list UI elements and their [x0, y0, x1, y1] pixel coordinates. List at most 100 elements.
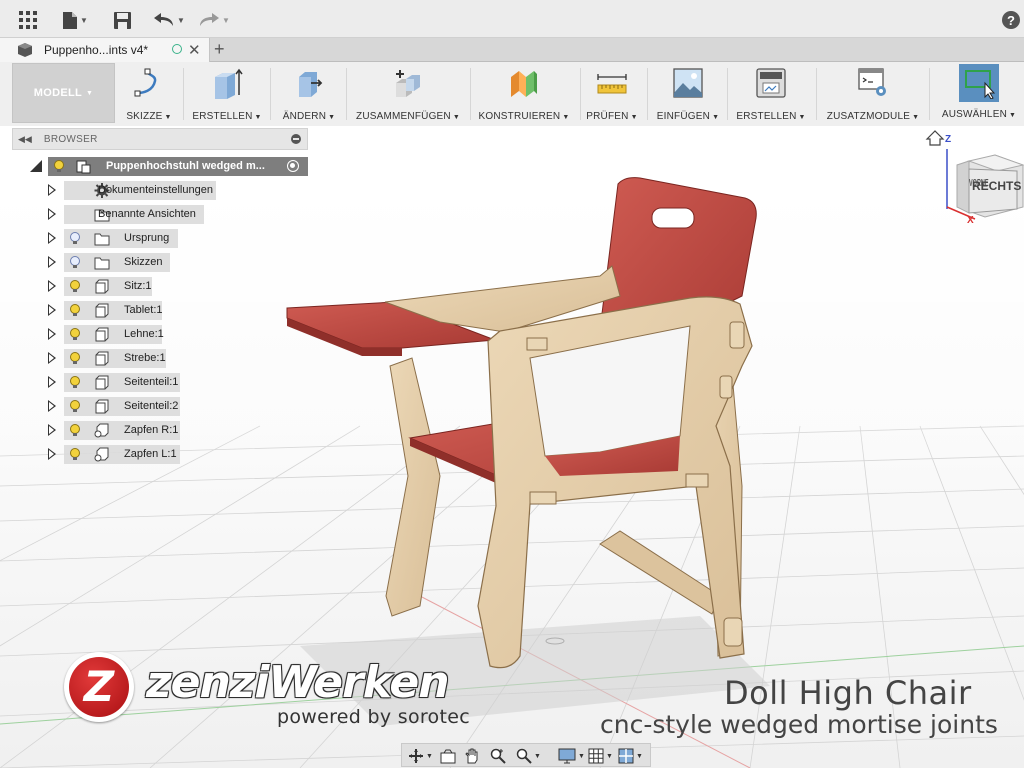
expand-arrow-icon[interactable] [48, 424, 56, 436]
tool-create[interactable]: ERSTELLEN ▼ [192, 66, 262, 122]
expand-arrow-icon[interactable] [48, 376, 56, 388]
browser-item-label: Ursprung [124, 232, 170, 244]
tool-select[interactable]: AUSWÄHLEN ▼ [938, 64, 1020, 122]
viewcube-front-face[interactable]: RECHTS [972, 179, 1021, 193]
browser-item[interactable]: Benannte Ansichten [44, 205, 244, 224]
expand-arrow-icon[interactable] [48, 400, 56, 412]
browser-title: BROWSER [43, 133, 98, 145]
expand-arrow-icon[interactable] [48, 352, 56, 364]
activate-radio[interactable] [287, 160, 299, 172]
viewcube[interactable]: Z X VORNE RECHTS [925, 127, 1024, 232]
expand-arrow-icon[interactable] [48, 304, 56, 316]
visibility-bulb-icon[interactable] [70, 256, 80, 269]
visibility-bulb-icon[interactable] [70, 304, 80, 317]
tool-modify[interactable]: ÄNDERN ▼ [280, 66, 338, 122]
pan-icon[interactable] [464, 747, 480, 765]
tool-add-ins[interactable]: ZUSATZMODULE ▼ [825, 66, 921, 122]
tool-make[interactable]: ERSTELLEN ▼ [736, 66, 806, 122]
visibility-bulb-icon[interactable] [70, 280, 80, 293]
browser-item[interactable]: Zapfen R:1 [44, 421, 244, 440]
expand-arrow-icon[interactable] [48, 232, 56, 244]
brand-name: zenziWerken [146, 657, 450, 708]
caption-subtitle: cnc-style wedged mortise joints [600, 710, 998, 739]
separator [346, 68, 347, 120]
browser-item-label: Seitenteil:1 [124, 376, 179, 388]
component-icon [95, 375, 109, 390]
visibility-bulb-icon[interactable] [70, 424, 80, 437]
expand-arrow-icon[interactable] [48, 448, 56, 460]
separator [816, 68, 817, 120]
expand-arrow-icon[interactable] [48, 280, 56, 292]
zoom-window-icon[interactable] [490, 747, 506, 765]
separator [270, 68, 271, 120]
separator [929, 68, 930, 120]
save-icon[interactable] [114, 9, 131, 31]
orbit-icon[interactable]: ▼ [408, 747, 433, 765]
browser-header[interactable]: ◀◀ BROWSER [12, 128, 308, 150]
extrude-icon [209, 66, 245, 100]
close-tab-button[interactable]: ✕ [188, 41, 201, 59]
tool-label: KONSTRUIEREN [478, 111, 561, 122]
workspace-mode-button[interactable]: MODELL ▼ [12, 63, 115, 123]
collapse-browser-icon[interactable]: ◀◀ [18, 134, 32, 145]
browser-item[interactable]: Lehne:1 [44, 325, 244, 344]
logo-letter: Z [83, 661, 115, 711]
browser-item[interactable]: Strebe:1 [44, 349, 244, 368]
browser-item[interactable]: Sitz:1 [44, 277, 244, 296]
visibility-bulb-icon[interactable] [70, 352, 80, 365]
tool-inspect[interactable]: PRÜFEN ▼ [586, 66, 638, 122]
visibility-bulb-icon[interactable] [70, 448, 80, 461]
browser-item-label: Zapfen R:1 [124, 424, 179, 436]
browser-item-label: Seitenteil:2 [124, 400, 179, 412]
design-cube-icon [18, 43, 32, 57]
root-label: Puppenhochstuhl wedged m... [106, 160, 265, 172]
grid-settings-icon[interactable]: ▼ [588, 747, 613, 765]
visibility-bulb-icon[interactable] [70, 232, 80, 245]
browser-item[interactable]: Skizzen [44, 253, 244, 272]
browser-item[interactable]: Tablet:1 [44, 301, 244, 320]
browser-item-label: Dokumenteinstellungen [98, 184, 213, 196]
tool-insert[interactable]: EINFÜGEN ▼ [656, 66, 720, 122]
grid-menu-icon[interactable] [19, 9, 37, 31]
tool-assemble[interactable]: ZUSAMMENFÜGEN ▼ [355, 66, 461, 122]
home-icon[interactable] [925, 130, 945, 146]
expanded-arrow-icon[interactable] [30, 160, 42, 172]
expand-arrow-icon[interactable] [48, 208, 56, 220]
help-icon[interactable]: ? [1002, 9, 1020, 31]
browser-item[interactable]: Seitenteil:1 [44, 373, 244, 392]
file-icon[interactable]: ▼ [63, 9, 88, 31]
zoom-icon[interactable]: ▼ [516, 747, 541, 765]
tool-label: ERSTELLEN [192, 111, 253, 122]
expand-arrow-icon[interactable] [48, 256, 56, 268]
browser-item[interactable]: Ursprung [44, 229, 244, 248]
minimize-browser-icon[interactable] [291, 134, 301, 144]
document-tab[interactable]: Puppenho...ints v4* ✕ [0, 38, 210, 62]
browser-item[interactable]: Dokumenteinstellungen [44, 181, 244, 200]
browser-item[interactable]: Zapfen L:1 [44, 445, 244, 464]
expand-arrow-icon[interactable] [48, 184, 56, 196]
sync-status-icon [172, 44, 182, 54]
redo-icon[interactable]: ▼ [199, 9, 230, 31]
new-tab-button[interactable]: + [214, 39, 225, 60]
visibility-bulb-icon[interactable] [70, 376, 80, 389]
display-settings-icon[interactable]: ▼ [558, 747, 585, 765]
component-icon [95, 327, 109, 342]
tool-construct[interactable]: KONSTRUIEREN ▼ [479, 66, 569, 122]
new-component-icon [390, 66, 426, 100]
assembly-icon [76, 160, 91, 174]
viewports-icon[interactable]: ▼ [618, 747, 643, 765]
component-icon [95, 303, 109, 318]
expand-arrow-icon[interactable] [48, 328, 56, 340]
visibility-bulb-icon[interactable] [70, 328, 80, 341]
tool-sketch[interactable]: SKIZZE ▼ [124, 66, 174, 122]
press-pull-icon [291, 66, 327, 100]
linked-component-icon [94, 423, 109, 438]
tree-root[interactable]: Puppenhochstuhl wedged m... [28, 157, 310, 176]
separator [183, 68, 184, 120]
browser-item[interactable]: Seitenteil:2 [44, 397, 244, 416]
separator [470, 68, 471, 120]
look-at-icon[interactable] [440, 747, 456, 765]
undo-icon[interactable]: ▼ [154, 9, 185, 31]
visibility-bulb-icon[interactable] [54, 160, 64, 173]
visibility-bulb-icon[interactable] [70, 400, 80, 413]
